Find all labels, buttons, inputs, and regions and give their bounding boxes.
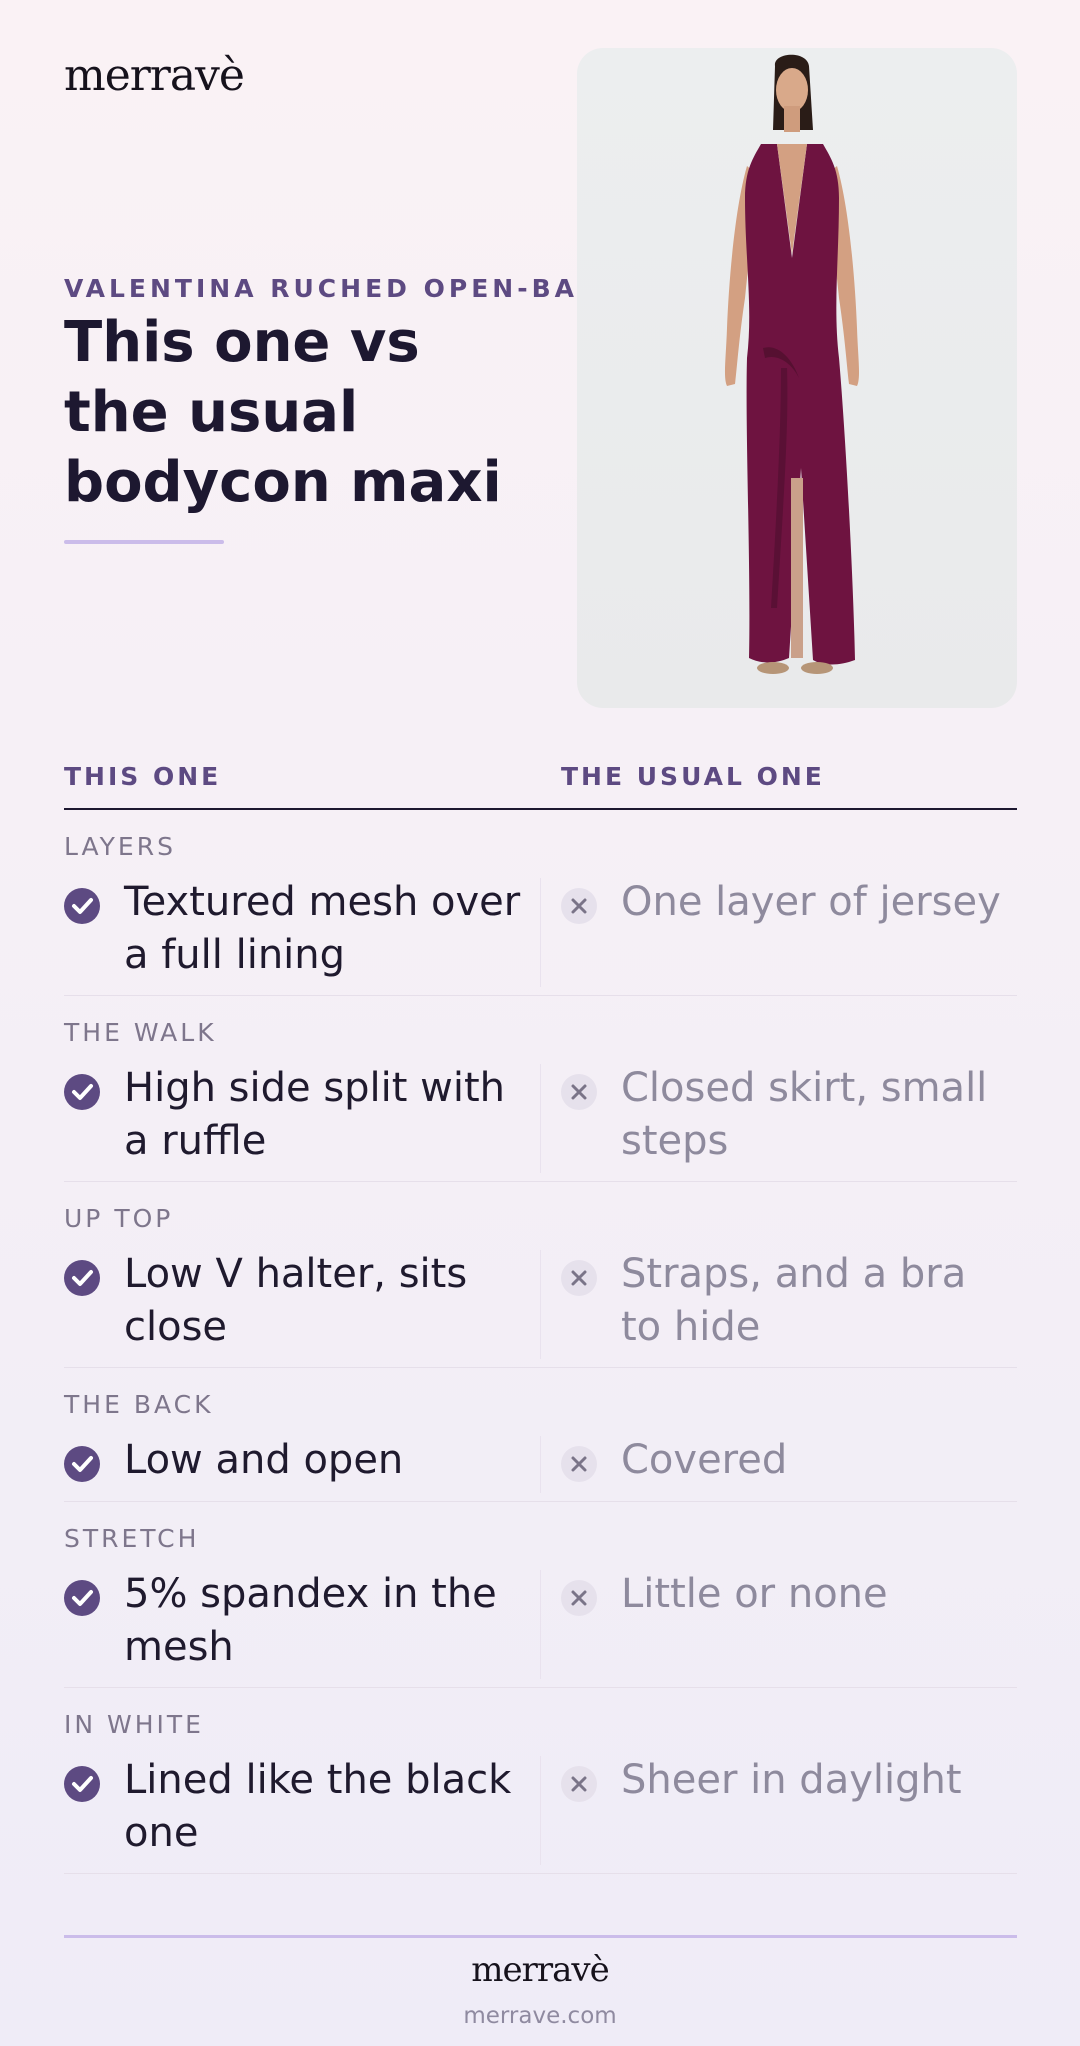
check-icon	[64, 888, 100, 924]
usual-cell: Straps, and a bra to hide	[561, 1248, 1017, 1354]
check-icon	[64, 1074, 100, 1110]
column-divider	[540, 1436, 541, 1493]
usual-cell: Closed skirt, small steps	[561, 1062, 1017, 1168]
usual-value: Little or none	[621, 1571, 888, 1617]
footer-logo: merravè	[471, 1950, 609, 1990]
this-value: 5% spandex in the mesh	[124, 1571, 497, 1670]
usual-value: One layer of jersey	[621, 879, 1001, 925]
dress-model-illustration	[724, 54, 860, 674]
check-icon	[64, 1446, 100, 1482]
usual-value: Closed skirt, small steps	[621, 1065, 988, 1164]
footer-divider	[64, 1935, 1017, 1938]
row-label: THE WALK	[64, 1018, 217, 1047]
close-icon	[561, 1446, 597, 1482]
row-label: STRETCH	[64, 1524, 200, 1553]
title-underline	[64, 540, 224, 544]
this-cell: Lined like the black one	[64, 1754, 534, 1860]
row-label: THE BACK	[64, 1390, 214, 1419]
product-photo	[577, 48, 1017, 708]
brand-logo: merravè	[64, 50, 245, 101]
this-value: Lined like the black one	[124, 1757, 512, 1856]
column-header-usual: THE USUAL ONE	[561, 762, 825, 791]
this-cell: Textured mesh over a full lining	[64, 876, 534, 982]
column-header-this: THIS ONE	[64, 762, 222, 791]
column-divider	[540, 1570, 541, 1679]
row-label: IN WHITE	[64, 1710, 204, 1739]
footer-url[interactable]: merrave.com	[0, 2003, 1080, 2029]
usual-value: Sheer in daylight	[621, 1757, 962, 1803]
table-row: STRETCH 5% spandex in the mesh Little or…	[64, 1502, 1017, 1688]
check-icon	[64, 1580, 100, 1616]
usual-value: Straps, and a bra to hide	[621, 1251, 967, 1350]
check-icon	[64, 1766, 100, 1802]
page-title: This one vs the usual bodycon maxi	[64, 310, 502, 515]
this-value: High side split with a ruffle	[124, 1065, 506, 1164]
close-icon	[561, 1766, 597, 1802]
usual-cell: Covered	[561, 1434, 1017, 1487]
comparison-table: LAYERS Textured mesh over a full lining …	[64, 810, 1017, 1874]
column-divider	[540, 1064, 541, 1173]
column-divider	[540, 1250, 541, 1359]
this-cell: High side split with a ruffle	[64, 1062, 534, 1168]
table-row: THE WALK High side split with a ruffle C…	[64, 996, 1017, 1182]
this-cell: Low and open	[64, 1434, 534, 1487]
close-icon	[561, 888, 597, 924]
usual-cell: Sheer in daylight	[561, 1754, 1017, 1807]
usual-value: Covered	[621, 1437, 788, 1483]
table-header: THIS ONE THE USUAL ONE	[64, 762, 1017, 810]
this-value: Low and open	[124, 1437, 404, 1483]
column-divider	[540, 878, 541, 987]
close-icon	[561, 1074, 597, 1110]
column-divider	[540, 1756, 541, 1865]
usual-cell: Little or none	[561, 1568, 1017, 1621]
this-value: Textured mesh over a full lining	[124, 879, 521, 978]
table-row: LAYERS Textured mesh over a full lining …	[64, 810, 1017, 996]
row-label: LAYERS	[64, 832, 176, 861]
check-icon	[64, 1260, 100, 1296]
row-label: UP TOP	[64, 1204, 174, 1233]
table-row: IN WHITE Lined like the black one Sheer …	[64, 1688, 1017, 1874]
this-cell: Low V halter, sits close	[64, 1248, 534, 1354]
usual-cell: One layer of jersey	[561, 876, 1017, 929]
this-value: Low V halter, sits close	[124, 1251, 468, 1350]
this-cell: 5% spandex in the mesh	[64, 1568, 534, 1674]
table-row: THE BACK Low and open Covered	[64, 1368, 1017, 1502]
close-icon	[561, 1260, 597, 1296]
close-icon	[561, 1580, 597, 1616]
table-row: UP TOP Low V halter, sits close Straps, …	[64, 1182, 1017, 1368]
